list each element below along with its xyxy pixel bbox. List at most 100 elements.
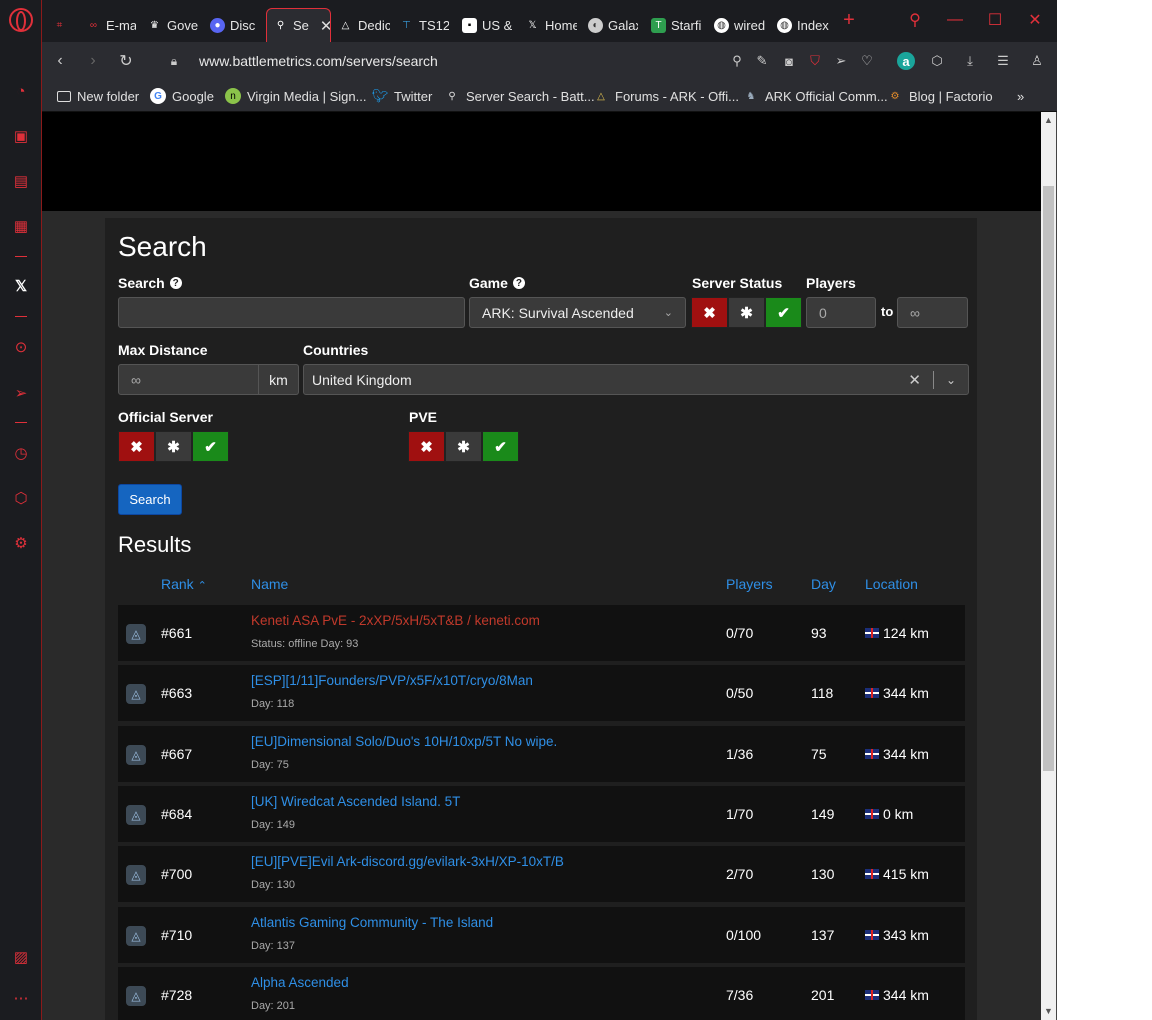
- official-include-button[interactable]: ✔: [192, 431, 229, 462]
- speed-dial-icon[interactable]: ◔: [11, 81, 31, 101]
- tab[interactable]: ▪ US &: [462, 8, 512, 42]
- table-row[interactable]: ◬ #728 Alpha Ascended Day: 201 7/36 201 344 km: [118, 967, 965, 1020]
- pve-exclude-button[interactable]: ✖: [408, 431, 445, 462]
- profile-icon[interactable]: ♙: [1028, 52, 1046, 70]
- bookmark-ark-forums[interactable]: △ Forums - ARK - Offi...: [593, 86, 739, 106]
- chevron-down-icon[interactable]: ⌄: [946, 373, 956, 387]
- table-row[interactable]: ◬ #667 [EU]Dimensional Solo/Duo's 10H/10xp…: [118, 726, 965, 782]
- column-header-location[interactable]: Location: [865, 576, 918, 592]
- tab[interactable]: ● Disc: [210, 8, 258, 42]
- tab[interactable]: ⌗: [52, 8, 67, 42]
- twitch-icon[interactable]: ▤: [11, 171, 31, 191]
- bookmark-factorio[interactable]: ⚙ Blog | Factorio: [887, 86, 993, 106]
- x-icon[interactable]: 𝕏: [11, 276, 31, 296]
- tab[interactable]: △ Dedic: [338, 8, 390, 42]
- download-icon[interactable]: ⤓: [961, 52, 979, 70]
- easy-setup-icon[interactable]: ☰: [994, 52, 1012, 70]
- history-icon[interactable]: ◷: [11, 443, 31, 463]
- pocket-icon[interactable]: ⛉: [806, 52, 824, 70]
- help-icon[interactable]: ?: [169, 277, 182, 289]
- bookmark-virgin-media[interactable]: n Virgin Media | Sign...: [225, 86, 366, 106]
- search-input[interactable]: [118, 297, 465, 328]
- scroll-down-icon[interactable]: ▼: [1043, 1005, 1054, 1017]
- player-icon[interactable]: ⊙: [11, 337, 31, 357]
- server-name-link[interactable]: [EU]Dimensional Solo/Duo's 10H/10xp/5T N…: [251, 734, 557, 749]
- close-icon[interactable]: ✕: [320, 17, 330, 35]
- bookmark-new-folder[interactable]: New folder: [57, 86, 139, 106]
- server-name-link[interactable]: [ESP][1/11]Founders/PVP/x5F/x10T/cryo/8M…: [251, 673, 533, 688]
- help-icon[interactable]: ?: [512, 277, 525, 289]
- tab-active[interactable]: ⚲ Se ✕: [266, 8, 331, 42]
- scroll-thumb[interactable]: [1043, 186, 1054, 771]
- status-exclude-button[interactable]: ✖: [691, 297, 728, 328]
- camera-icon[interactable]: ◙: [780, 52, 798, 70]
- scroll-up-icon[interactable]: ▲: [1043, 114, 1054, 126]
- table-row[interactable]: ◬ #684 [UK] Wiredcat Ascended Island. 5T Da…: [118, 786, 965, 842]
- opera-logo-icon[interactable]: [9, 8, 33, 32]
- more-icon[interactable]: ⋯: [11, 988, 31, 1008]
- bookmark-server-search[interactable]: ⚲ Server Search - Batt...: [444, 86, 594, 106]
- bookmarks-overflow-icon[interactable]: »: [1017, 86, 1024, 106]
- clear-icon[interactable]: ✕: [908, 371, 921, 389]
- pve-include-button[interactable]: ✔: [482, 431, 519, 462]
- bookmark-ark-community[interactable]: ♞ ARK Official Comm...: [743, 86, 888, 106]
- server-name-link[interactable]: [EU][PVE]Evil Ark-discord.gg/evilark-3xH…: [251, 854, 564, 869]
- find-icon[interactable]: ⚲: [728, 52, 746, 70]
- column-header-players[interactable]: Players: [726, 576, 773, 592]
- players-max-input[interactable]: ∞: [897, 297, 968, 328]
- server-name-link[interactable]: Alpha Ascended: [251, 975, 349, 990]
- server-name-link[interactable]: Atlantis Gaming Community - The Island: [251, 915, 493, 930]
- gallery-icon[interactable]: ▨: [11, 947, 31, 967]
- server-name-link[interactable]: Keneti ASA PvE - 2xXP/5xH/5xT&B / keneti…: [251, 613, 540, 628]
- bookmark-twitter[interactable]: 🐦︎ Twitter: [372, 86, 433, 106]
- tab[interactable]: ◍ Index: [777, 8, 829, 42]
- search-button[interactable]: Search: [118, 484, 182, 515]
- tab[interactable]: ⊤ TS12: [399, 8, 449, 42]
- tab[interactable]: ♛ Gove: [147, 8, 199, 42]
- send-icon[interactable]: ➢: [11, 383, 31, 403]
- settings-icon[interactable]: ⚙: [11, 533, 31, 553]
- tab[interactable]: ◍ wired: [714, 8, 766, 42]
- extensions-icon[interactable]: ⬡: [928, 52, 946, 70]
- url-field[interactable]: www.battlemetrics.com/servers/search: [199, 53, 438, 69]
- countries-select[interactable]: United Kingdom ✕ ⌄: [303, 364, 969, 395]
- scrollbar[interactable]: ▲ ▼: [1041, 112, 1056, 1020]
- reload-icon[interactable]: ↻: [116, 51, 136, 71]
- column-header-rank[interactable]: Rank ⌃: [161, 576, 207, 592]
- column-header-name[interactable]: Name: [251, 576, 288, 592]
- share-icon[interactable]: ✎: [753, 52, 771, 70]
- table-row[interactable]: ◬ #661 Keneti ASA PvE - 2xXP/5xH/5xT&B / k…: [118, 605, 965, 661]
- box-icon[interactable]: ⬡: [11, 488, 31, 508]
- status-any-button[interactable]: ✱: [728, 297, 765, 328]
- game-select[interactable]: ARK: Survival Ascended ⌄: [469, 297, 686, 328]
- table-row[interactable]: ◬ #700 [EU][PVE]Evil Ark-discord.gg/evilar…: [118, 846, 965, 902]
- table-row[interactable]: ◬ #710 Atlantis Gaming Community - The Isl…: [118, 907, 965, 963]
- players-min-input[interactable]: 0: [806, 297, 876, 328]
- tab[interactable]: ◐ Galax: [588, 8, 638, 42]
- forward-icon[interactable]: ›: [83, 51, 103, 71]
- lock-icon[interactable]: 🔒︎: [164, 51, 184, 71]
- tab[interactable]: T Starfi: [651, 8, 703, 42]
- back-icon[interactable]: ‹: [50, 51, 70, 71]
- tab[interactable]: ∞ E-ma: [86, 8, 136, 42]
- table-row[interactable]: ◬ #663 [ESP][1/11]Founders/PVP/x5F/x10T/cr…: [118, 665, 965, 721]
- search-tabs-icon[interactable]: ⚲: [905, 10, 925, 30]
- account-extension-icon[interactable]: a: [897, 52, 915, 70]
- status-include-button[interactable]: ✔: [765, 297, 802, 328]
- pve-any-button[interactable]: ✱: [445, 431, 482, 462]
- official-any-button[interactable]: ✱: [155, 431, 192, 462]
- shopping-icon[interactable]: ▣: [11, 126, 31, 146]
- send-icon[interactable]: ➢: [832, 52, 850, 70]
- extension-icon[interactable]: ▦: [11, 216, 31, 236]
- maximize-icon[interactable]: ☐: [985, 10, 1005, 30]
- minimize-icon[interactable]: —: [945, 10, 965, 30]
- tab[interactable]: 𝕏 Home: [525, 8, 577, 42]
- server-name-link[interactable]: [UK] Wiredcat Ascended Island. 5T: [251, 794, 460, 809]
- heart-icon[interactable]: ♡: [858, 52, 876, 70]
- max-distance-input[interactable]: ∞: [118, 364, 259, 395]
- official-exclude-button[interactable]: ✖: [118, 431, 155, 462]
- new-tab-icon[interactable]: +: [839, 9, 859, 31]
- column-header-day[interactable]: Day: [811, 576, 836, 592]
- bookmark-google[interactable]: G Google: [150, 86, 214, 106]
- close-window-icon[interactable]: ✕: [1025, 10, 1045, 30]
